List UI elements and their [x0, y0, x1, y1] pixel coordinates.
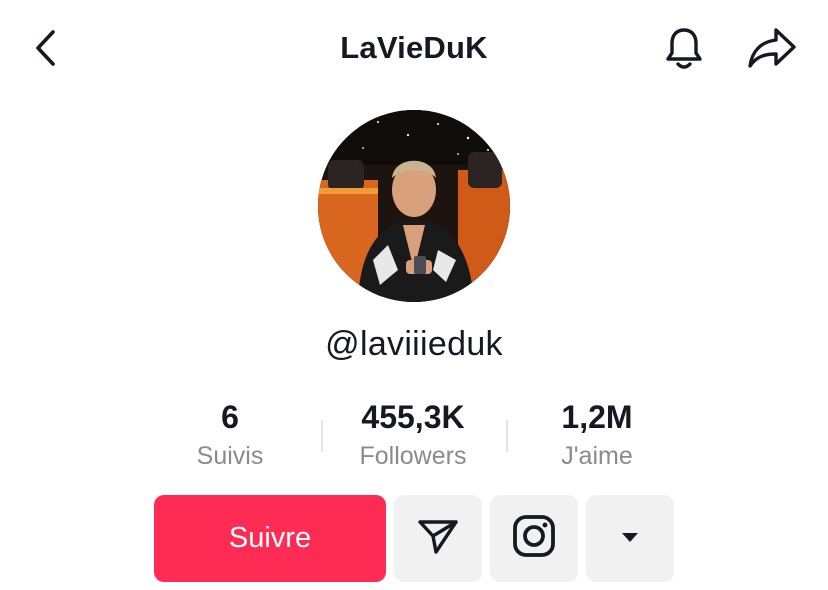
- bell-icon: [663, 25, 705, 76]
- share-button[interactable]: [744, 26, 800, 74]
- follow-button[interactable]: Suivre: [154, 495, 386, 582]
- more-options-button[interactable]: [586, 495, 674, 582]
- stat-likes[interactable]: 1,2M J'aime: [497, 398, 697, 476]
- stat-following[interactable]: 6 Suivis: [130, 398, 330, 476]
- avatar[interactable]: [318, 110, 510, 302]
- share-arrow-icon: [746, 26, 798, 75]
- stat-followers[interactable]: 455,3K Followers: [313, 398, 513, 476]
- stat-value: 1,2M: [561, 399, 633, 435]
- stat-label: Followers: [359, 442, 467, 470]
- message-button[interactable]: [394, 495, 482, 582]
- stat-label: J'aime: [561, 442, 633, 470]
- stats-row: 6 Suivis 455,3K Followers 1,2M J'aime: [0, 398, 828, 478]
- send-message-icon: [416, 516, 460, 561]
- stat-divider: [506, 420, 508, 452]
- notifications-button[interactable]: [660, 26, 708, 74]
- stat-value: 6: [221, 399, 239, 435]
- profile-photo: [318, 110, 510, 302]
- top-bar: LaVieDuK: [0, 0, 828, 100]
- stat-divider: [321, 420, 323, 452]
- stat-label: Suivis: [196, 442, 264, 470]
- caret-down-icon: [620, 530, 640, 548]
- instagram-button[interactable]: [490, 495, 578, 582]
- profile-handle: @laviiieduk: [325, 325, 503, 363]
- instagram-icon: [511, 513, 557, 564]
- stat-value: 455,3K: [361, 399, 465, 435]
